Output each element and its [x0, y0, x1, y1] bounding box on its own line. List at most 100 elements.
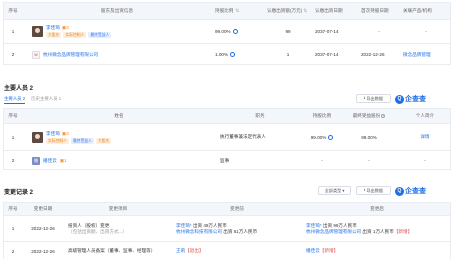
avatar[interactable]	[32, 131, 43, 143]
staff-name-cell: 李佳琦 ▣3 实际控制人 最终受益人 大股东	[22, 124, 216, 150]
col-before: 变更前	[230, 206, 244, 211]
filter-dropdown[interactable]: 全部类型 ▾	[318, 186, 351, 195]
export-button[interactable]: ⭳ 导出数据	[356, 186, 391, 195]
col-ratio[interactable]: 持股比例 ⇅	[212, 3, 264, 19]
sort-icon[interactable]: ⇅	[303, 8, 307, 14]
staff-name[interactable]: 李佳琦	[46, 131, 60, 136]
tag: 大股东	[46, 32, 62, 38]
relation-badge[interactable]: ▣3	[62, 131, 69, 136]
relation-count: 3	[66, 130, 69, 136]
amount-text: 出资 51万人民币	[223, 228, 258, 234]
tag: 实际控制人	[46, 137, 69, 144]
staff-table: 序号 姓名 职务 持股比例 最终受益股份? 个人简介 1 李佳琦 ▣3 实际控制人…	[3, 108, 451, 170]
chart-icon[interactable]	[232, 29, 238, 34]
staff-name[interactable]: 播佳云	[43, 158, 57, 164]
help-icon[interactable]: ?	[381, 114, 386, 118]
bio-cell: -	[424, 158, 426, 163]
item-cell: 高级管理人员备案（董事、监事、经理等）	[68, 248, 156, 253]
amount-cell: 1	[286, 52, 290, 57]
shareholder-name[interactable]: 杭州微念品牌管理有限公司	[43, 52, 98, 58]
ratio-cell: 99.00%	[304, 124, 340, 150]
shareholder-name[interactable]: 李佳琦	[46, 25, 60, 30]
after-cell: 李佳琦* 出资 99万人民币 杭州微念品牌管理有限公司 出资 1万人民币【新增】	[302, 216, 452, 241]
company-logo-icon[interactable]: W	[32, 50, 40, 59]
role-cell: 执行董事兼法定代表人	[220, 134, 266, 139]
bio-link[interactable]: 详情	[420, 134, 429, 140]
chart-icon[interactable]	[328, 134, 334, 140]
table-row: 2 W 杭州微念品牌管理有限公司 1.00% 1 2037-07-14 2022…	[4, 43, 450, 65]
col-after: 变更后	[370, 206, 384, 211]
person-link[interactable]: 李佳琦*	[306, 223, 322, 228]
col-amount-label: 认缴出资额(万元)	[267, 8, 303, 13]
role-cell: 监事	[220, 157, 230, 163]
col-ratio: 持股比例	[312, 113, 332, 118]
col-amount[interactable]: 认缴出资额(万元) ⇅	[264, 3, 312, 19]
table-row: 1 李佳琦 ▣3 大股东 实际控制人 最终受益人 99.00% 99 2037-07-…	[4, 19, 450, 43]
tag: 实际控制人	[63, 32, 87, 38]
ratio-cell: 99.00%	[212, 20, 264, 43]
qichacha-logo: Q 企查查	[395, 186, 426, 196]
avatar[interactable]: 播	[32, 156, 40, 165]
chart-icon[interactable]	[230, 52, 236, 57]
table-row: 2 播 播佳云 ▣1 监事 - - -	[4, 150, 450, 170]
person-link[interactable]: 王莉	[176, 248, 185, 254]
change-tag: 【新增】	[393, 228, 413, 234]
related-cell: -	[425, 29, 427, 34]
sort-icon[interactable]: ⇅	[235, 8, 239, 14]
shareholders-header-row: 序号 股东及出资信息 持股比例 ⇅ 认缴出资额(万元) ⇅ 认缴出资日期 首次持股日…	[4, 3, 450, 19]
filter-label: 全部类型	[324, 187, 342, 193]
qichacha-logo: Q 企查查	[395, 94, 426, 104]
company-link[interactable]: 杭州微念品牌管理有限公司	[306, 229, 361, 234]
avatar[interactable]	[32, 26, 43, 37]
export-label: 导出数据	[366, 187, 384, 193]
first-date-cell: -	[378, 29, 380, 34]
row-index: 2	[11, 248, 15, 254]
tab-history-staff[interactable]: 历史主要人员 1	[31, 96, 61, 104]
staff-name-cell: 播 播佳云 ▣1	[22, 151, 216, 170]
chevron-down-icon: ▾	[342, 188, 345, 193]
company-link[interactable]: 杭州微念科技有限公司	[176, 229, 222, 234]
ratio-value: 99.00%	[310, 134, 327, 140]
relation-badge[interactable]: ▣3	[62, 25, 69, 30]
bio-cell: 详情	[398, 124, 452, 150]
col-subscribe-date: 认缴出资日期	[315, 8, 343, 13]
col-benefit: 最终受益股份?	[340, 109, 398, 123]
person-link[interactable]: 播佳云	[306, 248, 320, 254]
after-cell: 播佳云 【新增】	[302, 242, 452, 259]
col-index: 序号	[8, 113, 18, 118]
tag: 大股东	[95, 137, 112, 144]
shareholders-table: 序号 股东及出资信息 持股比例 ⇅ 认缴出资额(万元) ⇅ 认缴出资日期 首次持股日…	[3, 2, 451, 65]
relation-count: 3	[66, 25, 69, 30]
item-subtext: （包括出资额、出资方式...）	[68, 228, 127, 234]
ratio-value: 1.00%	[215, 52, 229, 57]
col-name: 姓名	[114, 113, 124, 118]
row-index: 1	[11, 134, 15, 140]
col-ratio-label: 持股比例	[215, 8, 234, 13]
staff-tabs: 主要人员 2 历史主要人员 1	[4, 96, 61, 104]
ratio-value: 99.00%	[215, 29, 231, 34]
shareholder-cell: W 杭州微念品牌管理有限公司	[22, 44, 212, 65]
first-date-cell: 2022-12-26	[361, 52, 385, 57]
row-index: 2	[11, 52, 15, 57]
export-button[interactable]: ⭳ 导出数据	[356, 94, 391, 103]
col-item: 变更项目	[108, 206, 128, 211]
ratio-cell: 1.00%	[212, 44, 264, 65]
person-link[interactable]: 李佳琦*	[176, 223, 192, 228]
col-related: 关联产品/机构	[403, 8, 432, 13]
benefit-cell: 99.00%	[361, 134, 377, 140]
subscribe-date-cell: 2037-07-14	[315, 29, 339, 34]
col-index: 序号	[8, 8, 18, 13]
relation-badge[interactable]: ▣1	[60, 158, 67, 164]
export-label: 导出数据	[366, 95, 384, 101]
staff-header-row: 序号 姓名 职务 持股比例 最终受益股份? 个人简介	[4, 109, 450, 123]
tab-staff[interactable]: 主要人员 2	[4, 96, 26, 104]
before-cell: 王莉 【退出】	[172, 242, 302, 259]
amount-cell: 99	[285, 29, 291, 34]
logo-text: 企查查	[405, 188, 426, 195]
amount-text: 出资 1万人民币	[362, 228, 394, 234]
col-first-date: 首次持股日期	[361, 8, 389, 13]
related-cell: 微念品牌管理	[400, 44, 452, 65]
logo-text: 企查查	[405, 96, 426, 103]
related-link[interactable]: 微念品牌管理	[403, 52, 431, 58]
logo-mark-icon: Q	[395, 94, 404, 104]
